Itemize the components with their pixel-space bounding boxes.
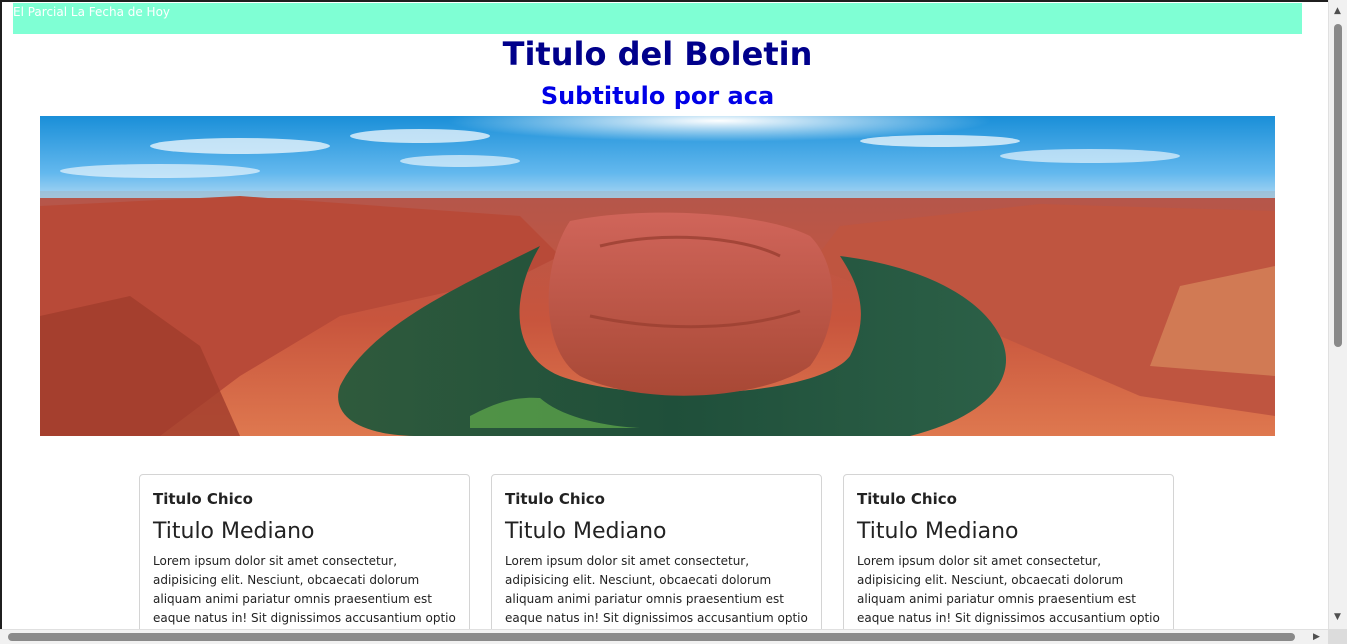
top-bar: El Parcial La Fecha de Hoy — [13, 3, 1302, 34]
page-subtitle: Subtitulo por aca — [540, 82, 775, 110]
canyon-river-bend-image — [40, 116, 1275, 436]
card-3: Titulo Chico Titulo Mediano Lorem ipsum … — [843, 474, 1174, 644]
vertical-scroll-thumb[interactable] — [1334, 24, 1342, 347]
card-small-title: Titulo Chico — [505, 490, 605, 508]
card-medium-title: Titulo Mediano — [505, 519, 667, 544]
scrollbar-corner — [1328, 629, 1347, 644]
horizontal-scrollbar[interactable]: ▶ — [0, 629, 1328, 644]
horizontal-scroll-thumb[interactable] — [8, 633, 1295, 641]
card-2: Titulo Chico Titulo Mediano Lorem ipsum … — [491, 474, 822, 644]
card-small-title: Titulo Chico — [153, 490, 253, 508]
arrow-up-icon[interactable]: ▲ — [1334, 6, 1341, 16]
window-frame-top — [0, 0, 1347, 2]
card-small-title: Titulo Chico — [857, 490, 957, 508]
hero-image — [40, 116, 1275, 436]
card-medium-title: Titulo Mediano — [153, 519, 315, 544]
arrow-right-icon[interactable]: ▶ — [1313, 632, 1320, 642]
page-title: Titulo del Boletin — [502, 35, 813, 73]
card-medium-title: Titulo Mediano — [857, 519, 1019, 544]
vertical-scrollbar[interactable]: ▲ ▼ — [1328, 0, 1347, 629]
arrow-down-icon[interactable]: ▼ — [1334, 612, 1341, 622]
card-1: Titulo Chico Titulo Mediano Lorem ipsum … — [139, 474, 470, 644]
top-bar-text: El Parcial La Fecha de Hoy — [13, 5, 171, 19]
